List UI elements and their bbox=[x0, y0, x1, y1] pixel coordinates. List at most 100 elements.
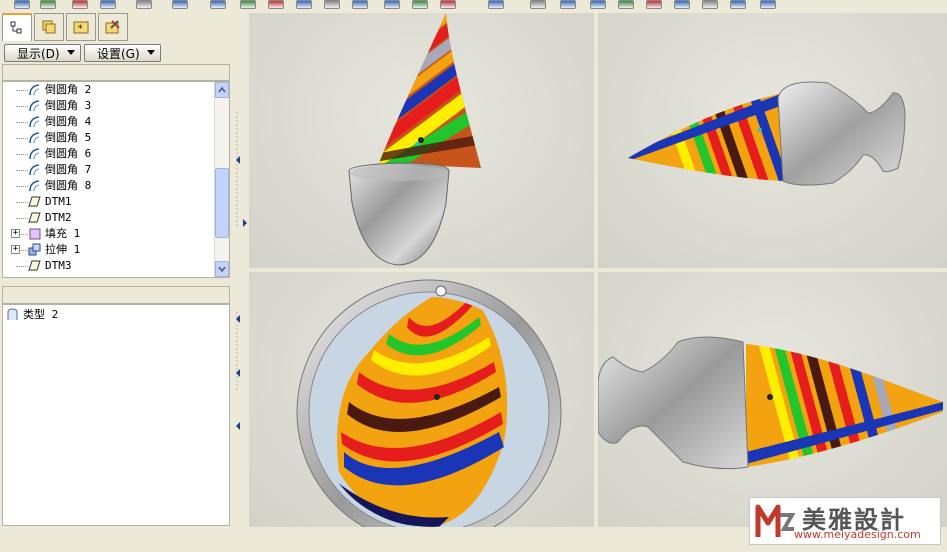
scroll-down-button[interactable] bbox=[215, 261, 229, 277]
view-icon[interactable] bbox=[674, 0, 690, 9]
scroll-thumb[interactable] bbox=[215, 168, 229, 238]
round-icon bbox=[28, 83, 41, 96]
collapse-arrow-icon[interactable] bbox=[236, 422, 240, 430]
tree-item[interactable]: DTM3 bbox=[3, 258, 215, 274]
tree-item[interactable]: + 填充 1 bbox=[3, 226, 215, 242]
favorites-tab[interactable]: * bbox=[66, 13, 96, 41]
cube-icon[interactable] bbox=[560, 0, 576, 9]
tree-item[interactable]: 倒圆角 4 bbox=[3, 114, 215, 130]
tree-item[interactable]: 倒圆角 2 bbox=[3, 82, 215, 98]
datum-plane-icon bbox=[28, 195, 41, 208]
tree-item-label: 倒圆角 8 bbox=[45, 179, 92, 192]
tree-item-label: 拉伸 1 bbox=[45, 243, 81, 256]
viewport-left[interactable] bbox=[598, 272, 947, 527]
tools-icon bbox=[105, 20, 120, 34]
model-tree-scrollbar[interactable] bbox=[214, 82, 229, 277]
point-display-icon[interactable] bbox=[72, 0, 88, 9]
watermark-logo: 美雅設計 www.meiyadesign.com bbox=[749, 497, 941, 545]
model-tree-tab[interactable] bbox=[2, 13, 32, 41]
tree-item-label: DTM2 bbox=[45, 211, 72, 224]
main-toolbar bbox=[0, 0, 947, 12]
vase-model bbox=[628, 81, 906, 186]
viewport-front[interactable] bbox=[249, 13, 594, 268]
window-icon[interactable] bbox=[590, 0, 606, 9]
tree-item[interactable]: 倒圆角 5 bbox=[3, 130, 215, 146]
round-icon bbox=[28, 115, 41, 128]
round-icon bbox=[28, 99, 41, 112]
tree-item[interactable]: + 拉伸 1 bbox=[3, 242, 215, 258]
chevron-down-icon bbox=[147, 50, 155, 55]
tree-item-label: DTM3 bbox=[45, 259, 72, 272]
check-icon[interactable] bbox=[488, 0, 504, 9]
viewport-right[interactable] bbox=[598, 13, 947, 268]
view-icon[interactable] bbox=[268, 0, 284, 9]
view-icon[interactable] bbox=[760, 0, 776, 9]
datum-plane-icon bbox=[28, 259, 41, 272]
tree-icon bbox=[10, 21, 22, 34]
connections-tab[interactable] bbox=[98, 13, 128, 41]
tree-item[interactable]: 倒圆角 6 bbox=[3, 146, 215, 162]
tree-item[interactable]: 倒圆角 7 bbox=[3, 162, 215, 178]
round-icon bbox=[28, 147, 41, 160]
settings-dropdown[interactable]: 设置(G) bbox=[84, 44, 161, 62]
view-icon[interactable] bbox=[618, 0, 634, 9]
view-icon[interactable] bbox=[702, 0, 718, 9]
check-icon[interactable] bbox=[530, 0, 546, 9]
tree-item[interactable]: 倒圆角 8 bbox=[3, 178, 215, 194]
vase-model bbox=[296, 279, 562, 527]
layer-type-icon bbox=[7, 308, 18, 320]
delete-icon[interactable] bbox=[440, 0, 456, 9]
repaint-icon[interactable] bbox=[172, 0, 188, 9]
view-icon[interactable] bbox=[296, 0, 312, 9]
tree-item[interactable]: 倒圆角 3 bbox=[3, 98, 215, 114]
settings-dropdown-label: 设置(G) bbox=[97, 46, 140, 61]
layer-icon[interactable] bbox=[136, 0, 152, 9]
display-dropdown[interactable]: 显示(D) bbox=[4, 44, 81, 62]
csys-display-icon[interactable] bbox=[100, 0, 116, 9]
tree-connector bbox=[16, 122, 28, 123]
tree-item[interactable]: DTM1 bbox=[3, 194, 215, 210]
regen-icon[interactable] bbox=[384, 0, 400, 9]
round-icon bbox=[28, 131, 41, 144]
collapse-arrow-icon[interactable] bbox=[236, 369, 240, 377]
tree-item-label: 倒圆角 2 bbox=[45, 83, 92, 96]
panel-sash[interactable] bbox=[233, 12, 247, 527]
view-icon[interactable] bbox=[210, 0, 226, 9]
vase-model bbox=[348, 13, 481, 266]
watermark-url: www.meiyadesign.com bbox=[794, 528, 921, 541]
datum-plane-icon bbox=[28, 211, 41, 224]
vase-model bbox=[598, 336, 943, 470]
view-icon[interactable] bbox=[240, 0, 256, 9]
watermark-m-icon bbox=[755, 504, 796, 537]
display-dropdown-label: 显示(D) bbox=[17, 46, 60, 61]
view-icon[interactable] bbox=[646, 0, 662, 9]
layer-tree: 类型 2 bbox=[2, 304, 230, 526]
tree-connector bbox=[16, 218, 28, 219]
folder-browser-tab[interactable] bbox=[34, 13, 64, 41]
tree-item[interactable]: DTM2 bbox=[3, 210, 215, 226]
axis-display-icon[interactable] bbox=[40, 0, 56, 9]
list-item-label: 类型 2 bbox=[23, 308, 59, 321]
expand-icon[interactable]: + bbox=[11, 229, 20, 238]
list-item[interactable]: 类型 2 bbox=[3, 307, 215, 323]
tree-item-label: DTM1 bbox=[45, 195, 72, 208]
chevron-up-icon bbox=[218, 86, 226, 93]
folder-icon bbox=[42, 20, 56, 34]
model-tree: 倒圆角 2 倒圆角 3 倒圆角 4 倒圆角 5 倒圆角 6 倒圆角 7 倒圆角 8 DTM1 D… bbox=[2, 81, 230, 278]
view-icon[interactable] bbox=[352, 0, 368, 9]
chevron-down-icon bbox=[67, 50, 75, 55]
extrude-icon bbox=[28, 243, 41, 256]
model-tree-header bbox=[2, 64, 230, 81]
datum-display-icon[interactable] bbox=[14, 0, 30, 9]
tree-item-label: 填充 1 bbox=[45, 227, 81, 240]
view-icon[interactable] bbox=[730, 0, 746, 9]
delete-icon[interactable] bbox=[412, 0, 428, 9]
tree-item-label: 倒圆角 5 bbox=[45, 131, 92, 144]
view-icon[interactable] bbox=[324, 0, 340, 9]
expand-icon[interactable]: + bbox=[11, 245, 20, 254]
chevron-down-icon bbox=[218, 266, 226, 273]
fill-icon bbox=[28, 227, 41, 240]
navigator-dropdown-row: 显示(D) 设置(G) bbox=[2, 42, 232, 64]
scroll-up-button[interactable] bbox=[215, 82, 229, 98]
viewport-top[interactable] bbox=[249, 272, 594, 527]
